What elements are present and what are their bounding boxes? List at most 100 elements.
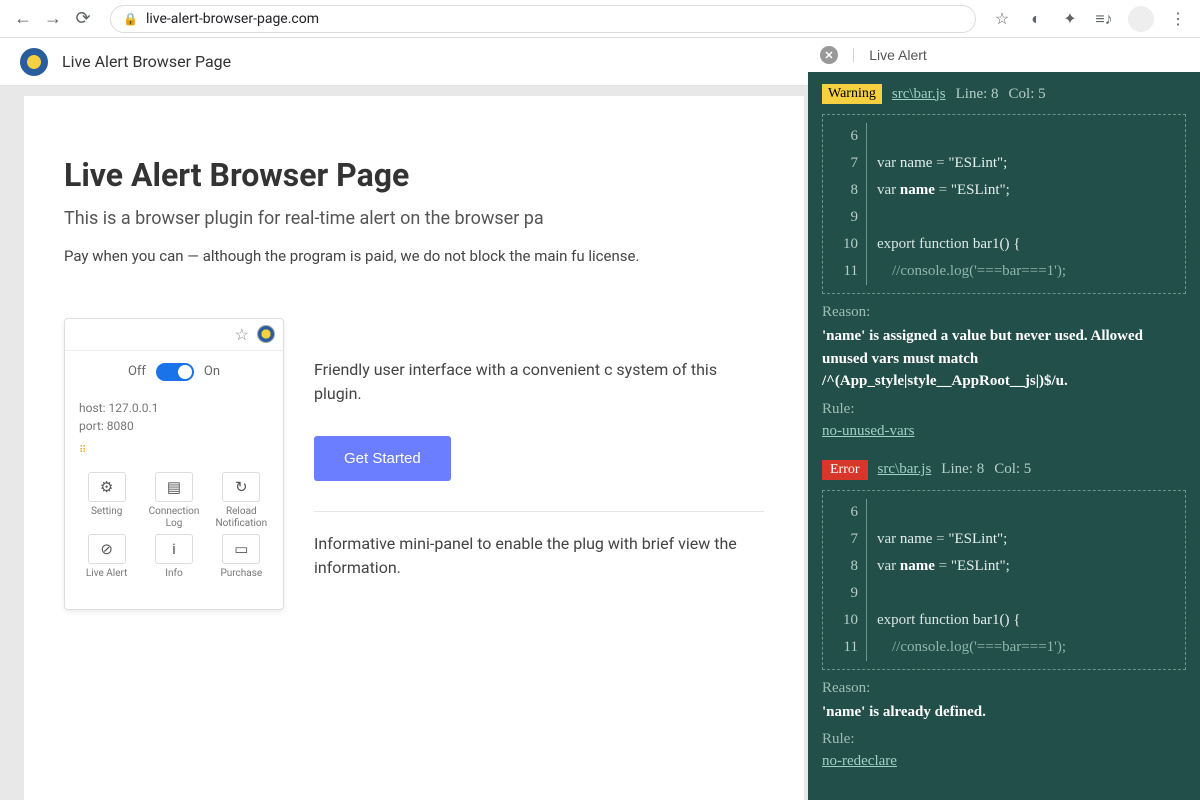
code-text: //console.log('===bar===1'); — [867, 258, 1066, 285]
popup-cell-icon: i — [155, 534, 193, 564]
popup-cell[interactable]: ▭Purchase — [210, 534, 273, 580]
code-line: 11 //console.log('===bar===1'); — [823, 258, 1185, 285]
popup-cell[interactable]: ⊘Live Alert — [75, 534, 138, 580]
rule-link[interactable]: no-unused-vars — [822, 423, 914, 439]
popup-dots-icon[interactable]: ⠿ — [65, 441, 283, 464]
code-text: export function bar1() { — [867, 607, 1020, 634]
code-text: export function bar1() { — [867, 231, 1020, 258]
popup-cell-label: Info — [142, 568, 205, 580]
line-number: 8 — [823, 177, 867, 204]
code-text: var name = "ESLint"; — [867, 553, 1010, 580]
line-number: 11 — [823, 634, 867, 661]
line-number: 11 — [823, 258, 867, 285]
toggle-on-label: On — [204, 364, 220, 379]
code-text: var name = "ESLint"; — [867, 150, 1007, 177]
alert-col: Col: 5 — [1009, 86, 1046, 103]
popup-cell-label: Reload Notification — [210, 506, 273, 530]
popup-mini-logo — [257, 325, 275, 343]
divider — [314, 511, 764, 512]
alert-badge: Warning — [822, 84, 882, 104]
popup-port: port: 8080 — [79, 417, 269, 435]
alert-line: Line: 8 — [941, 461, 984, 478]
alert-meta: Error src\bar.js Line: 8 Col: 5 — [822, 460, 1186, 480]
feature-desc-2: Informative mini-panel to enable the plu… — [314, 532, 764, 580]
playlist-icon[interactable]: ≡♪ — [1094, 9, 1114, 29]
code-box: 67var name = "ESLint";8var name = "ESLin… — [822, 114, 1186, 294]
alert-badge: Error — [822, 460, 868, 480]
code-line: 7var name = "ESLint"; — [823, 526, 1185, 553]
browser-toolbar: ← → ⟳ 🔒 live-alert-browser-page.com ☆ ◐ … — [0, 0, 1200, 38]
live-alert-panel: ✕ | Live Alert Warning src\bar.js Line: … — [808, 38, 1200, 800]
alert-panel-header: ✕ | Live Alert — [808, 38, 1200, 72]
avatar[interactable] — [1128, 6, 1154, 32]
line-number: 7 — [823, 150, 867, 177]
alert-line: Line: 8 — [956, 86, 999, 103]
star-icon[interactable]: ☆ — [992, 9, 1012, 29]
code-line: 11 //console.log('===bar===1'); — [823, 634, 1185, 661]
popup-cell[interactable]: i Info — [142, 534, 205, 580]
toggle-switch[interactable] — [156, 363, 194, 381]
code-line: 7var name = "ESLint"; — [823, 150, 1185, 177]
header-separator: | — [852, 46, 855, 64]
reload-icon[interactable]: ⟳ — [72, 8, 94, 30]
code-box: 67var name = "ESLint";8var name = "ESLin… — [822, 490, 1186, 670]
menu-icon[interactable]: ⋮ — [1168, 9, 1188, 29]
popup-host: host: 127.0.0.1 — [79, 399, 269, 417]
popup-cell-icon: ⚙ — [88, 472, 126, 502]
code-line: 6 — [823, 123, 1185, 150]
alert-block: Error src\bar.js Line: 8 Col: 5 67var na… — [808, 448, 1200, 779]
popup-cell[interactable]: ↻ Reload Notification — [210, 472, 273, 530]
code-line: 8var name = "ESLint"; — [823, 177, 1185, 204]
app-logo — [20, 48, 48, 76]
reason-text: 'name' is already defined. — [822, 701, 1186, 724]
code-line: 6 — [823, 499, 1185, 526]
alert-file-link[interactable]: src\bar.js — [892, 86, 946, 103]
address-bar[interactable]: 🔒 live-alert-browser-page.com — [110, 5, 976, 33]
line-number: 10 — [823, 231, 867, 258]
alert-col: Col: 5 — [994, 461, 1031, 478]
reason-label: Reason: — [822, 680, 1186, 697]
get-started-button[interactable]: Get Started — [314, 436, 451, 481]
reason-label: Reason: — [822, 304, 1186, 321]
popup-header: ☆ — [65, 319, 283, 351]
popup-info: host: 127.0.0.1 port: 8080 — [65, 393, 283, 441]
forward-icon[interactable]: → — [42, 8, 64, 30]
puzzle-icon[interactable]: ✦ — [1060, 9, 1080, 29]
toggle-row: Off On — [65, 351, 283, 393]
reason-text: 'name' is assigned a value but never use… — [822, 325, 1186, 393]
close-icon[interactable]: ✕ — [820, 46, 838, 64]
popup-cell-icon: ▭ — [222, 534, 260, 564]
code-text: var name = "ESLint"; — [867, 526, 1007, 553]
code-line: 9 — [823, 204, 1185, 231]
popup-cell-icon: ⊘ — [88, 534, 126, 564]
toggle-off-label: Off — [128, 364, 146, 379]
line-number: 9 — [823, 204, 867, 231]
page-heading: Live Alert Browser Page — [64, 156, 764, 194]
rule-label: Rule: — [822, 401, 1186, 418]
line-number: 8 — [823, 553, 867, 580]
line-number: 6 — [823, 123, 867, 150]
popup-cell-icon: ↻ — [222, 472, 260, 502]
page-content: Live Alert Browser Page This is a browse… — [24, 96, 804, 800]
line-number: 7 — [823, 526, 867, 553]
line-number: 6 — [823, 499, 867, 526]
popup-cell[interactable]: ▤Connection Log — [142, 472, 205, 530]
alert-meta: Warning src\bar.js Line: 8 Col: 5 — [822, 84, 1186, 104]
url-text: live-alert-browser-page.com — [146, 11, 319, 27]
back-icon[interactable]: ← — [12, 8, 34, 30]
code-line: 9 — [823, 580, 1185, 607]
code-text: var name = "ESLint"; — [867, 177, 1010, 204]
popup-cell-label: Connection Log — [142, 506, 205, 530]
popup-panel: ☆ Off On host: 127.0.0.1 port: 8080 ⠿ ⚙S… — [64, 318, 284, 610]
popup-cell[interactable]: ⚙Setting — [75, 472, 138, 530]
extension-icon[interactable]: ◐ — [1026, 9, 1046, 29]
alert-panel-title: Live Alert — [869, 47, 927, 63]
alert-block: Warning src\bar.js Line: 8 Col: 5 67var … — [808, 72, 1200, 448]
popup-star-icon[interactable]: ☆ — [235, 325, 249, 344]
page-desc: Pay when you can — although the program … — [64, 245, 764, 268]
feature-row: ☆ Off On host: 127.0.0.1 port: 8080 ⠿ ⚙S… — [64, 318, 764, 610]
code-text: //console.log('===bar===1'); — [867, 634, 1066, 661]
rule-link[interactable]: no-redeclare — [822, 753, 897, 769]
page-subtitle: This is a browser plugin for real-time a… — [64, 208, 764, 229]
alert-file-link[interactable]: src\bar.js — [878, 461, 932, 478]
